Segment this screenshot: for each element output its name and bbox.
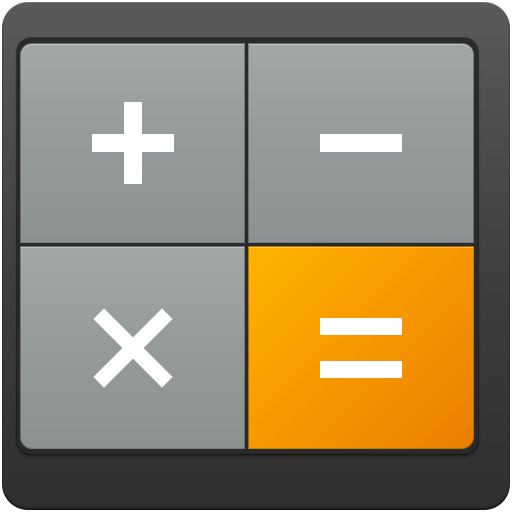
equals-icon [249, 247, 473, 448]
subtract-key[interactable] [248, 43, 474, 243]
multiply-key[interactable] [20, 246, 245, 449]
calculator-app-icon[interactable] [0, 0, 512, 512]
multiply-icon [21, 247, 244, 448]
plus-icon [21, 44, 244, 242]
minus-icon [249, 44, 473, 242]
equals-key[interactable] [248, 246, 474, 449]
add-key[interactable] [20, 43, 245, 243]
